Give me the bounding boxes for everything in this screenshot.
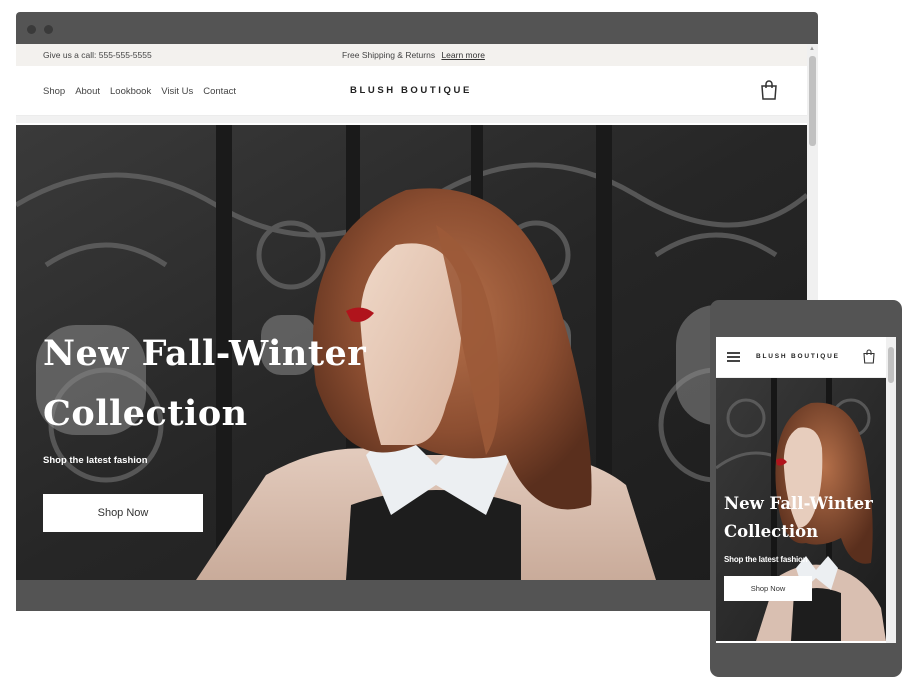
mobile-hero-title: New Fall-Winter Collection: [724, 494, 873, 541]
nav-menu: Shop About Lookbook Visit Us Contact: [43, 66, 236, 116]
header-nav: Shop About Lookbook Visit Us Contact BLU…: [16, 66, 807, 116]
scroll-up-arrow-icon[interactable]: ▲: [809, 46, 815, 52]
header-divider: [16, 116, 807, 123]
hero-subtitle: Shop the latest fashion: [43, 455, 148, 466]
hero-title: New Fall-Winter Collection: [43, 333, 367, 434]
hamburger-icon[interactable]: [727, 352, 740, 362]
shipping-text: Free Shipping & Returns: [342, 50, 436, 60]
call-text: Give us a call: 555-555-5555: [43, 50, 152, 60]
mobile-page: BLUSH BOUTIQUE New Fall-Winter Collectio…: [716, 337, 886, 643]
scrollbar-thumb[interactable]: [809, 56, 816, 146]
mobile-brand-logo[interactable]: BLUSH BOUTIQUE: [756, 353, 840, 360]
mobile-shop-now-button[interactable]: Shop Now: [724, 576, 812, 601]
mobile-hero-banner: New Fall-Winter Collection Shop the late…: [716, 378, 886, 641]
learn-more-link[interactable]: Learn more: [441, 50, 484, 60]
desktop-browser-mockup: Give us a call: 555-555-5555 Free Shippi…: [16, 12, 818, 611]
desktop-page: Give us a call: 555-555-5555 Free Shippi…: [16, 44, 807, 580]
shopping-bag-icon[interactable]: [760, 80, 778, 100]
mobile-device-mockup: BLUSH BOUTIQUE New Fall-Winter Collectio…: [710, 300, 902, 677]
nav-item-contact[interactable]: Contact: [203, 86, 236, 97]
nav-item-lookbook[interactable]: Lookbook: [110, 86, 151, 97]
mobile-hero-subtitle: Shop the latest fashion: [724, 555, 808, 564]
mobile-scrollbar-thumb[interactable]: [888, 347, 894, 383]
browser-viewport: Give us a call: 555-555-5555 Free Shippi…: [16, 44, 818, 580]
mobile-header: BLUSH BOUTIQUE: [716, 337, 886, 378]
announcement-bar: Give us a call: 555-555-5555 Free Shippi…: [16, 44, 807, 66]
nav-item-shop[interactable]: Shop: [43, 86, 65, 97]
window-dot-close[interactable]: [27, 25, 36, 34]
nav-item-visit-us[interactable]: Visit Us: [161, 86, 193, 97]
shipping-notice: Free Shipping & Returns Learn more: [342, 50, 485, 60]
mobile-screen: BLUSH BOUTIQUE New Fall-Winter Collectio…: [716, 337, 896, 643]
hero-banner: New Fall-Winter Collection Shop the late…: [16, 125, 807, 580]
mobile-scrollbar[interactable]: [886, 337, 896, 643]
window-dot-minimize[interactable]: [44, 25, 53, 34]
brand-logo[interactable]: BLUSH BOUTIQUE: [350, 85, 472, 96]
nav-item-about[interactable]: About: [75, 86, 100, 97]
shop-now-button[interactable]: Shop Now: [43, 494, 203, 532]
browser-title-bar: [16, 12, 818, 44]
mobile-shopping-bag-icon[interactable]: [863, 349, 875, 364]
